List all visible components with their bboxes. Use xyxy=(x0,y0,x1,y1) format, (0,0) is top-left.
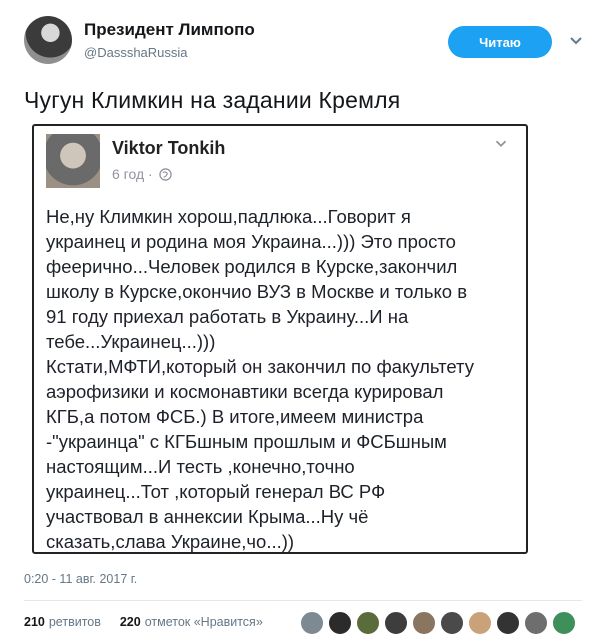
post-line: настоящим...И тесть ,конечно,точно xyxy=(46,456,355,477)
likers-avatars xyxy=(300,611,576,635)
liker-avatar[interactable] xyxy=(468,611,492,635)
likes-count: 220 xyxy=(119,615,141,629)
likes-stat[interactable]: 220 отметок «Нравится» xyxy=(120,615,263,629)
post-line: -"украинца" с КГБшным прошлым и ФСБшным xyxy=(46,431,447,452)
embedded-post-image[interactable]: Viktor Tonkih 6 год · Не,ну Климкин хоро… xyxy=(32,124,528,554)
embedded-author-avatar xyxy=(46,134,100,188)
author-avatar[interactable] xyxy=(24,16,72,64)
post-line: Кстати,МФТИ,который он закончил по факул… xyxy=(46,356,474,377)
post-line: школу в Курске,окончио ВУЗ в Москве и то… xyxy=(46,281,468,302)
liker-avatar[interactable] xyxy=(552,611,576,635)
retweets-label: ретвитов xyxy=(48,615,101,629)
liker-avatar[interactable] xyxy=(496,611,520,635)
post-line: 91 году приехал работать в Украину...И н… xyxy=(46,306,409,327)
tweet-text: Чугун Климкин на задании Кремля xyxy=(24,87,401,113)
liker-avatar[interactable] xyxy=(328,611,352,635)
embedded-post-meta: 6 год · xyxy=(112,166,172,182)
embedded-author-name: Viktor Tonkih xyxy=(112,138,226,158)
chevron-down-icon[interactable] xyxy=(566,30,586,50)
embedded-post-time: 6 год · xyxy=(112,166,153,182)
post-line: тебе...Украинец...))) xyxy=(46,331,216,352)
tweet-timestamp[interactable]: 0:20 - 11 авг. 2017 г. xyxy=(24,572,137,586)
liker-avatar[interactable] xyxy=(300,611,324,635)
following-button[interactable]: Читаю xyxy=(448,26,552,58)
embedded-post-body: Не,ну Климкин хорош,падлюка...Говорит я … xyxy=(46,204,516,554)
liker-avatar[interactable] xyxy=(356,611,380,635)
post-line: феерично...Человек родился в Курске,зако… xyxy=(46,256,458,277)
post-line: аэрофизики и космонавтики всегда куриров… xyxy=(46,381,444,402)
liker-avatar[interactable] xyxy=(384,611,408,635)
author-name[interactable]: Президент Лимпопо xyxy=(84,20,255,40)
divider xyxy=(24,600,582,601)
retweets-stat[interactable]: 210 ретвитов xyxy=(24,615,101,629)
post-line: КГБ,а потом ФСБ.) В итоге,имеем министра xyxy=(46,406,424,427)
post-line: украинец...Тот ,который генерал ВС РФ xyxy=(46,481,386,502)
post-line: Не,ну Климкин хорош,падлюка...Говорит я xyxy=(46,206,411,227)
post-line: участвовал в аннексии Крыма...Ну чё xyxy=(46,506,369,527)
tweet-stats: 210 ретвитов 220 отметок «Нравится» xyxy=(24,615,263,629)
liker-avatar[interactable] xyxy=(524,611,548,635)
author-handle[interactable]: @DassshaRussia xyxy=(84,45,188,60)
post-line: сказать,слава Украине,чо...)) xyxy=(46,531,295,552)
likes-label: отметок «Нравится» xyxy=(144,615,263,629)
liker-avatar[interactable] xyxy=(412,611,436,635)
post-line: украинец и родина моя Украина...))) Это … xyxy=(46,231,456,252)
liker-avatar[interactable] xyxy=(440,611,464,635)
chevron-down-icon xyxy=(495,140,507,147)
retweets-count: 210 xyxy=(24,615,45,629)
globe-icon xyxy=(158,168,172,181)
